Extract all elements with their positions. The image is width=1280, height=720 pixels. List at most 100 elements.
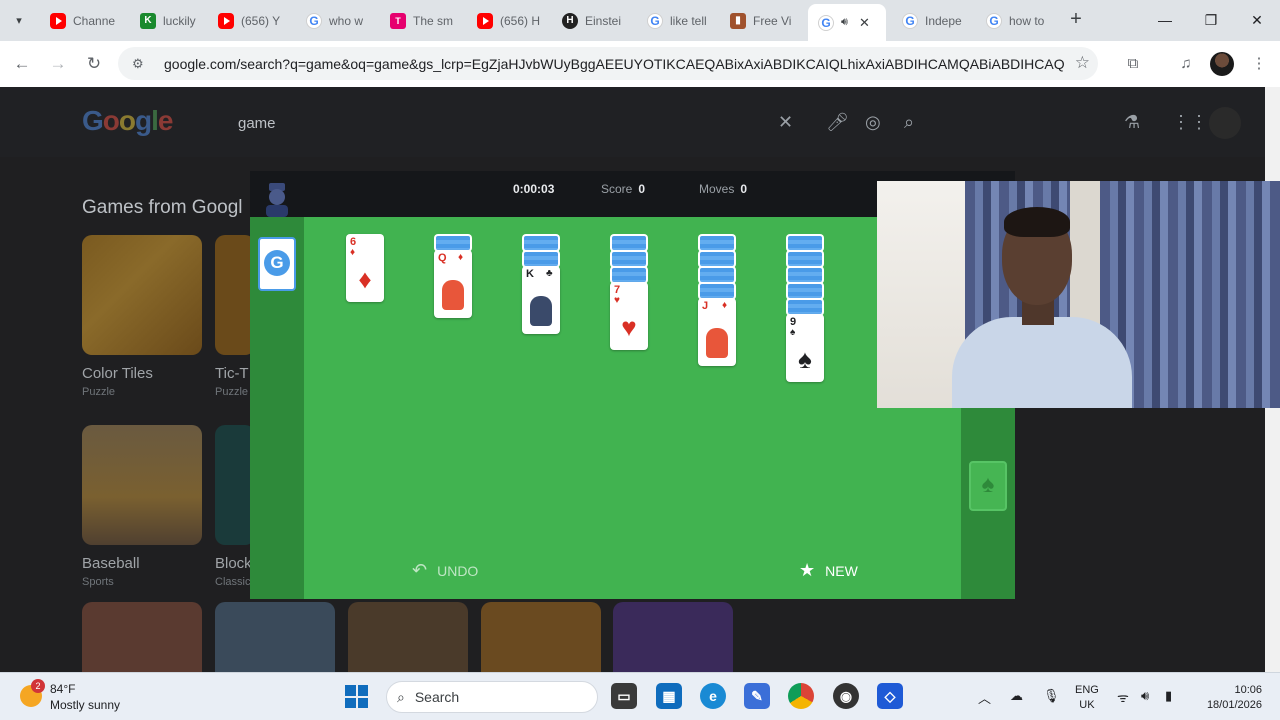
google-account-avatar[interactable] — [1209, 107, 1241, 139]
tile-game[interactable] — [613, 602, 733, 672]
extensions-icon[interactable]: ⧉ — [1122, 53, 1144, 75]
obs-icon[interactable]: ◉ — [833, 683, 859, 709]
youtube-icon — [477, 12, 493, 29]
tile-game[interactable] — [348, 602, 468, 672]
profile-avatar[interactable] — [1210, 52, 1234, 76]
browser-tab[interactable]: H Einstei — [552, 6, 636, 35]
tile-name: Baseball — [82, 555, 140, 572]
search-icon: ⌕ — [397, 688, 405, 705]
face-up-card[interactable]: K ♣ — [522, 266, 560, 334]
tile-color-tiles[interactable] — [82, 235, 202, 355]
search-icon[interactable]: ⌕ — [904, 112, 914, 133]
face-up-card[interactable]: 6 ♦ ♦ — [346, 234, 384, 302]
browser-tab[interactable]: G Indepe — [892, 6, 976, 35]
face-card-figure — [530, 296, 552, 326]
score-display: Score 0 — [601, 182, 646, 196]
card-suit-icon: ♦ — [350, 247, 356, 258]
labs-icon[interactable]: ⚗ — [1124, 112, 1140, 133]
browser-menu-icon[interactable]: ⋮ — [1248, 53, 1270, 75]
stock-column: G — [250, 217, 304, 599]
roblox-icon[interactable]: ◇ — [877, 683, 903, 709]
wifi-icon[interactable]: ᯤ — [1117, 688, 1129, 706]
tab-close-icon[interactable]: ✕ — [859, 15, 870, 31]
youtube-icon — [50, 12, 66, 29]
card-suit-large-icon: ♥ — [621, 312, 637, 342]
edge-icon[interactable]: e — [700, 683, 726, 709]
google-logo[interactable]: Google — [82, 105, 173, 137]
apps-grid-icon[interactable]: ⋮⋮ — [1172, 112, 1208, 133]
new-tab-button[interactable]: + — [1066, 9, 1086, 31]
tab-title: The sm — [413, 13, 454, 28]
face-up-card[interactable]: 9 ♠ ♠ — [786, 314, 824, 382]
battery-icon[interactable]: ▮ — [1165, 688, 1172, 704]
microphone-icon[interactable]: 🎙︎ — [1043, 688, 1060, 704]
forward-button[interactable]: → — [47, 53, 69, 75]
bookmark-star-icon[interactable]: ☆ — [1075, 53, 1090, 73]
taskbar-search[interactable]: ⌕ Search — [386, 681, 598, 713]
browser-tab[interactable]: G 🔊︎ ✕ — [808, 4, 886, 41]
weather-desc[interactable]: Mostly sunny — [50, 698, 120, 712]
face-up-card[interactable]: 7 ♥ ♥ — [610, 282, 648, 350]
windows-start-icon[interactable] — [345, 685, 368, 708]
task-view-icon[interactable]: ▭ — [611, 683, 637, 709]
address-bar[interactable]: ⚙ google.com/search?q=game&oq=game&gs_lc… — [118, 47, 1098, 80]
app-icon[interactable]: ✎ — [744, 683, 770, 709]
browser-tab[interactable]: T The sm — [380, 6, 464, 35]
lens-icon[interactable]: ◎ — [865, 112, 881, 133]
browser-tab[interactable]: (656) Y — [208, 6, 292, 35]
site-info-icon[interactable]: ⚙ — [132, 56, 150, 72]
media-controls-icon[interactable]: ♫ — [1175, 53, 1197, 75]
browser-tab[interactable]: Channe — [40, 6, 124, 35]
youtube-icon — [218, 12, 234, 29]
voice-search-icon[interactable]: 🎤︎ — [826, 112, 849, 133]
language-indicator[interactable]: ENG UK — [1075, 683, 1099, 713]
back-button[interactable]: ← — [11, 53, 33, 75]
tile-game[interactable] — [481, 602, 601, 672]
store-icon[interactable]: ▦ — [656, 683, 682, 709]
tab-title: Indepe — [925, 13, 962, 28]
weather-temp[interactable]: 84°F — [50, 682, 75, 696]
tile-block[interactable] — [215, 425, 255, 545]
tile-game[interactable] — [215, 602, 335, 672]
google-g-icon: G — [264, 250, 290, 276]
tab-title: who w — [329, 13, 364, 28]
browser-tab[interactable]: (656) H — [467, 6, 551, 35]
h-icon: H — [562, 12, 578, 29]
close-window-button[interactable]: ✕ — [1234, 8, 1280, 32]
new-game-button[interactable]: ★ NEW — [799, 560, 858, 581]
face-card-figure — [442, 280, 464, 310]
tile-baseball[interactable] — [82, 425, 202, 545]
tab-title: (656) Y — [241, 13, 281, 28]
reload-button[interactable]: ↻ — [83, 53, 105, 75]
google-icon: G — [306, 12, 322, 29]
face-up-card[interactable]: J ♦ — [698, 298, 736, 366]
foundation-slot-spades[interactable]: ♠ — [969, 461, 1007, 511]
browser-tab[interactable]: Glike tell — [637, 6, 721, 35]
th-icon: T — [390, 12, 406, 29]
restore-button[interactable]: ❐ — [1188, 8, 1234, 32]
minimize-button[interactable]: — — [1142, 8, 1188, 32]
browser-tab[interactable]: Ghow to — [976, 6, 1060, 35]
tab-bar: ▾ Channe Kluckily (656) Y Gwho w T The sm (656… — [0, 0, 1280, 41]
clear-search-icon[interactable]: ✕ — [778, 112, 793, 133]
tab-title: (656) H — [500, 13, 541, 28]
browser-tab[interactable]: Kluckily — [130, 6, 214, 35]
tab-search-dropdown-icon[interactable]: ▾ — [8, 11, 30, 31]
browser-toolbar: ← → ↻ ⚙ google.com/search?q=game&oq=game… — [0, 41, 1280, 87]
browser-tab[interactable]: Gwho w — [296, 6, 380, 35]
browser-tab[interactable]: ▮ Free Vi — [720, 6, 804, 35]
face-up-card[interactable]: Q ♦ — [434, 250, 472, 318]
tile-category: Puzzle — [215, 386, 249, 398]
volume-icon[interactable]: 🔊︎ — [1141, 688, 1149, 704]
tile-tic-tac-toe[interactable] — [215, 235, 255, 355]
onedrive-icon[interactable]: ☁ — [1010, 688, 1023, 704]
tab-audio-icon[interactable]: 🔊︎ — [841, 16, 848, 29]
chrome-icon[interactable] — [788, 683, 814, 709]
card-suit-large-icon: ♠ — [798, 344, 812, 374]
tray-expand-icon[interactable]: ︿ — [978, 688, 991, 707]
player-avatar-icon — [266, 183, 288, 217]
clock[interactable]: 10:06 18/01/2026 — [1200, 683, 1262, 713]
tile-game[interactable] — [82, 602, 202, 672]
undo-button[interactable]: ↶ UNDO — [412, 560, 478, 581]
stock-pile[interactable]: G — [258, 237, 296, 291]
